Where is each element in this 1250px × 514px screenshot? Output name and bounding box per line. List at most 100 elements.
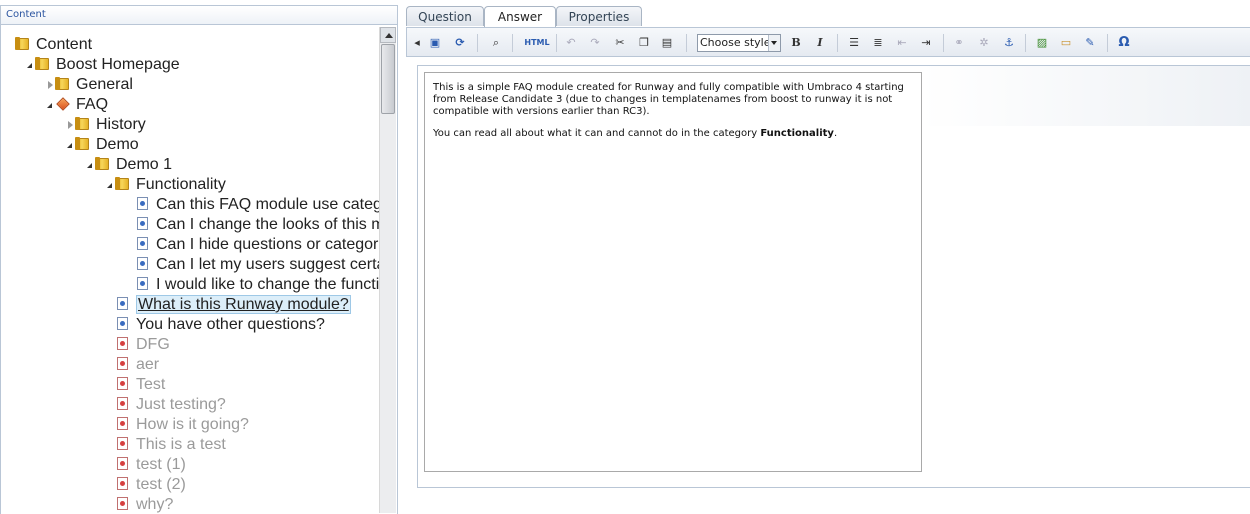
toolbar-separator <box>837 34 838 52</box>
italic-button[interactable]: I <box>812 35 828 51</box>
insert-macro-icon[interactable]: ▭ <box>1058 35 1074 51</box>
toolbar-separator <box>943 34 944 52</box>
toolbar-separator <box>1107 34 1108 52</box>
tab-properties[interactable]: Properties <box>556 6 642 26</box>
tree-node[interactable]: Boost Homepage <box>26 55 180 75</box>
unpublished-document-icon <box>116 357 130 371</box>
tree-scrollbar[interactable] <box>379 27 396 513</box>
tree-node[interactable]: Can this FAQ module use catego <box>126 195 379 215</box>
tree-node[interactable]: test (1) <box>106 455 186 475</box>
toolbar-collapse-icon[interactable]: ◂ <box>409 35 425 51</box>
tree-node[interactable]: This is a test <box>106 435 226 455</box>
tree-node[interactable]: You have other questions? <box>106 315 325 335</box>
tree-node[interactable]: Can I let my users suggest certair <box>126 255 379 275</box>
folder-icon <box>35 57 50 71</box>
insert-form-icon[interactable]: ✎ <box>1082 35 1098 51</box>
tree-node-label: Can this FAQ module use catego <box>156 196 379 213</box>
tree-node[interactable]: Functionality <box>106 175 226 195</box>
style-select-value: Choose style <box>700 36 771 49</box>
paste-icon[interactable]: ▤ <box>659 35 675 51</box>
tree-node-label: You have other questions? <box>136 316 325 333</box>
tree-node[interactable]: What is this Runway module? <box>106 295 351 315</box>
tree-node-label: Demo <box>96 136 139 153</box>
tree-node[interactable]: I would like to change the function <box>126 275 379 295</box>
outdent-icon[interactable]: ⇤ <box>894 35 910 51</box>
tree-node-label: Functionality <box>136 176 226 193</box>
tree-node-label: I would like to change the function <box>156 276 379 293</box>
tree-node-label: What is this Runway module? <box>136 295 351 314</box>
tree-node[interactable]: why? <box>106 495 173 514</box>
tree-node[interactable]: General <box>46 75 133 95</box>
undo-icon[interactable]: ↶ <box>563 35 579 51</box>
tree-node[interactable]: test (2) <box>106 475 186 495</box>
tree-node[interactable]: Demo 1 <box>86 155 172 175</box>
save-icon[interactable]: ▣ <box>427 35 443 51</box>
save-and-publish-icon[interactable]: ⟳ <box>452 35 468 51</box>
document-icon <box>136 237 150 251</box>
html-source-button[interactable]: HTML <box>523 35 551 51</box>
unpublished-document-icon <box>116 437 130 451</box>
insert-image-icon[interactable]: ▨ <box>1034 35 1050 51</box>
tree-node[interactable]: Can I hide questions or categorie <box>126 235 379 255</box>
copy-icon[interactable]: ❐ <box>636 35 652 51</box>
tab-question[interactable]: Question <box>406 6 484 26</box>
tree-node-label: Boost Homepage <box>56 56 180 73</box>
tree-node[interactable]: How is it going? <box>106 415 249 435</box>
editor-panel: Question Answer Properties ◂ ▣ ⟳ ⌕ HTML … <box>406 5 1250 513</box>
toolbar-separator <box>1025 34 1026 52</box>
tree-node[interactable]: Just testing? <box>106 395 226 415</box>
tree-node[interactable]: FAQ <box>46 95 108 115</box>
bold-button[interactable]: B <box>788 35 804 51</box>
scroll-up-arrow-icon[interactable] <box>380 27 396 43</box>
style-select[interactable]: Choose style <box>697 34 781 52</box>
content-tree: Content Boost Homepage General FAQ History De… <box>1 26 379 514</box>
tree-node-label: Can I let my users suggest certair <box>156 256 379 273</box>
unlink-icon[interactable]: ✲ <box>976 35 992 51</box>
document-icon <box>116 297 130 311</box>
tree-node-label: Test <box>136 376 166 393</box>
tree-node-label: How is it going? <box>136 416 249 433</box>
collapse-arrow-icon[interactable] <box>46 95 56 115</box>
tree-node-label: General <box>76 76 133 93</box>
tree-node-label: why? <box>136 496 174 513</box>
tree-node-label: test (1) <box>136 456 186 473</box>
tree-node[interactable]: History <box>66 115 146 135</box>
tree-node[interactable]: Can I change the looks of this mo <box>126 215 379 235</box>
toolbar-separator <box>512 34 513 52</box>
document-icon <box>136 197 150 211</box>
cut-icon[interactable]: ✂ <box>612 35 628 51</box>
indent-icon[interactable]: ⇥ <box>918 35 934 51</box>
toolbar-separator <box>477 34 478 52</box>
tree-node[interactable]: DFG <box>106 335 170 355</box>
rich-text-editor-area: This is a simple FAQ module created for … <box>417 65 1250 488</box>
chevron-down-icon <box>768 35 780 51</box>
special-character-button[interactable]: Ω <box>1116 35 1132 51</box>
tab-answer[interactable]: Answer <box>484 6 556 28</box>
numbered-list-icon[interactable]: ≣ <box>870 35 886 51</box>
tree-node-label: Can I hide questions or categorie <box>156 236 379 253</box>
link-icon[interactable]: ⚭ <box>951 35 967 51</box>
unpublished-document-icon <box>116 377 130 391</box>
redo-icon[interactable]: ↷ <box>587 35 603 51</box>
answer-editor[interactable]: This is a simple FAQ module created for … <box>424 72 922 472</box>
tree-node[interactable]: Content <box>6 35 92 55</box>
tree-node[interactable]: Demo <box>66 135 139 155</box>
bullet-list-icon[interactable]: ☰ <box>846 35 862 51</box>
document-icon <box>136 277 150 291</box>
anchor-icon[interactable]: ⚓ <box>1001 35 1017 51</box>
functionality-bold-text: Functionality <box>760 128 834 139</box>
tree-node[interactable]: aer <box>106 355 159 375</box>
unpublished-document-icon <box>116 397 130 411</box>
scroll-thumb[interactable] <box>381 44 395 114</box>
tree-node[interactable]: Test <box>106 375 165 395</box>
answer-paragraph-1: This is a simple FAQ module created for … <box>433 82 904 117</box>
preview-icon[interactable]: ⌕ <box>488 35 504 51</box>
